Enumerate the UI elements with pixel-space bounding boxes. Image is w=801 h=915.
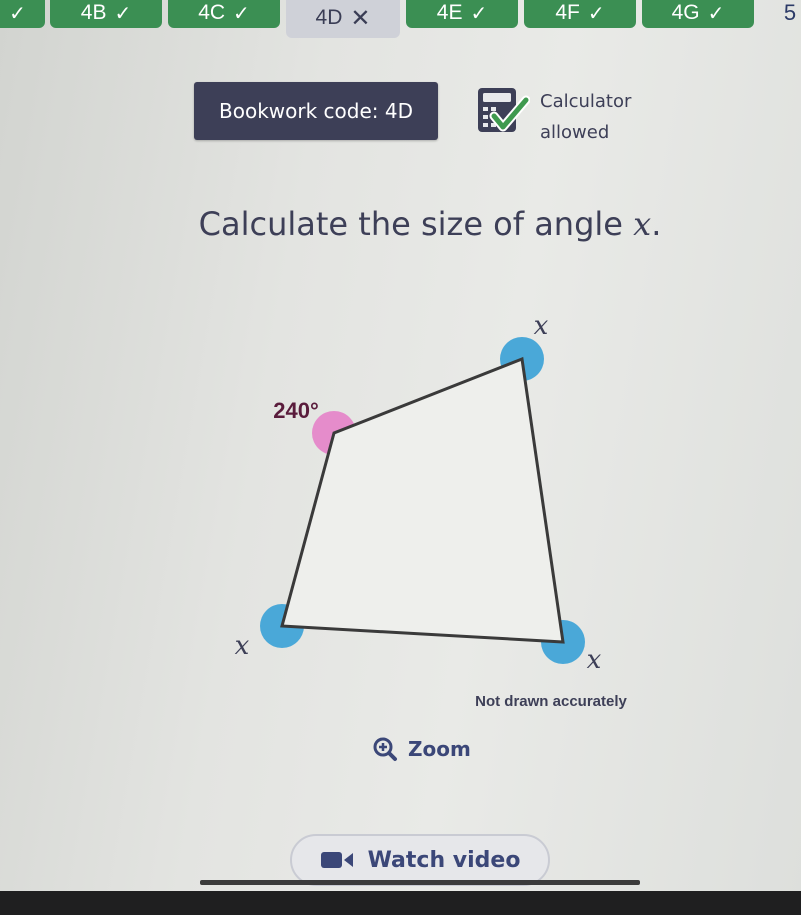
question-text: Calculate the size of angle x. <box>0 205 801 243</box>
quadrilateral-diagram: x 240° x x Not drawn accurately <box>235 311 628 710</box>
tab-4g[interactable]: 4G ✓ <box>642 0 754 28</box>
tab-4f[interactable]: 4F ✓ <box>524 0 636 28</box>
divider <box>200 880 640 885</box>
zoom-in-icon <box>373 737 397 761</box>
check-icon: ✓ <box>470 2 488 25</box>
tab-label: 4D <box>315 6 343 29</box>
tab-4d-current[interactable]: 4D ✕ <box>286 0 400 38</box>
bookwork-code-badge: Bookwork code: 4D <box>194 82 438 140</box>
cross-icon: ✕ <box>350 4 371 32</box>
calculator-allowed-icon <box>478 88 530 132</box>
angle-label-top-right: x <box>534 311 549 341</box>
tab-label: 5 <box>783 0 797 25</box>
tab-4e[interactable]: 4E ✓ <box>406 0 518 28</box>
check-icon: ✓ <box>233 2 250 25</box>
calculator-allowed-label: allowed <box>540 122 610 143</box>
video-camera-icon <box>320 852 353 868</box>
calculator-label: Calculator <box>540 91 632 112</box>
angle-label-bottom-left: x <box>235 631 250 661</box>
not-drawn-accurately-note: Not drawn accurately <box>475 693 627 710</box>
tab-label: 4C <box>198 1 226 24</box>
angle-label-bottom-right: x <box>587 645 602 675</box>
tab-label: 4B <box>80 1 107 24</box>
tab-label: 4F <box>555 1 580 24</box>
watch-video-button[interactable]: Watch video <box>290 834 550 886</box>
tab-label: 4G <box>671 1 700 24</box>
question-end: . <box>651 205 662 243</box>
tab-label: 4E <box>436 1 463 24</box>
bookwork-code-text: Bookwork code: 4D <box>219 99 413 123</box>
angle-label-240: 240° <box>273 398 319 423</box>
tab-strip: ✓ 4B ✓ 4C ✓ 4D ✕ 4E ✓ 4F ✓ 4G ✓ 5 <box>0 0 801 40</box>
tab-4b-edge[interactable]: ✓ <box>0 0 45 28</box>
tab-5[interactable]: 5 <box>770 0 801 28</box>
watch-video-label: Watch video <box>367 847 521 873</box>
check-icon: ✓ <box>114 2 132 25</box>
check-icon: ✓ <box>707 2 725 25</box>
question-variable: x <box>633 205 652 243</box>
screen-bezel <box>0 891 801 915</box>
question-stem: Calculate the size of angle <box>198 205 634 243</box>
check-icon: ✓ <box>587 2 605 25</box>
tab-4c[interactable]: 4C ✓ <box>168 0 280 28</box>
calculator-status: Calculator allowed <box>540 86 670 148</box>
zoom-button[interactable]: Zoom <box>372 736 471 762</box>
zoom-label: Zoom <box>408 737 471 761</box>
tab-4b[interactable]: 4B ✓ <box>50 0 162 28</box>
check-icon: ✓ <box>9 2 26 25</box>
quadrilateral-shape <box>280 356 565 644</box>
